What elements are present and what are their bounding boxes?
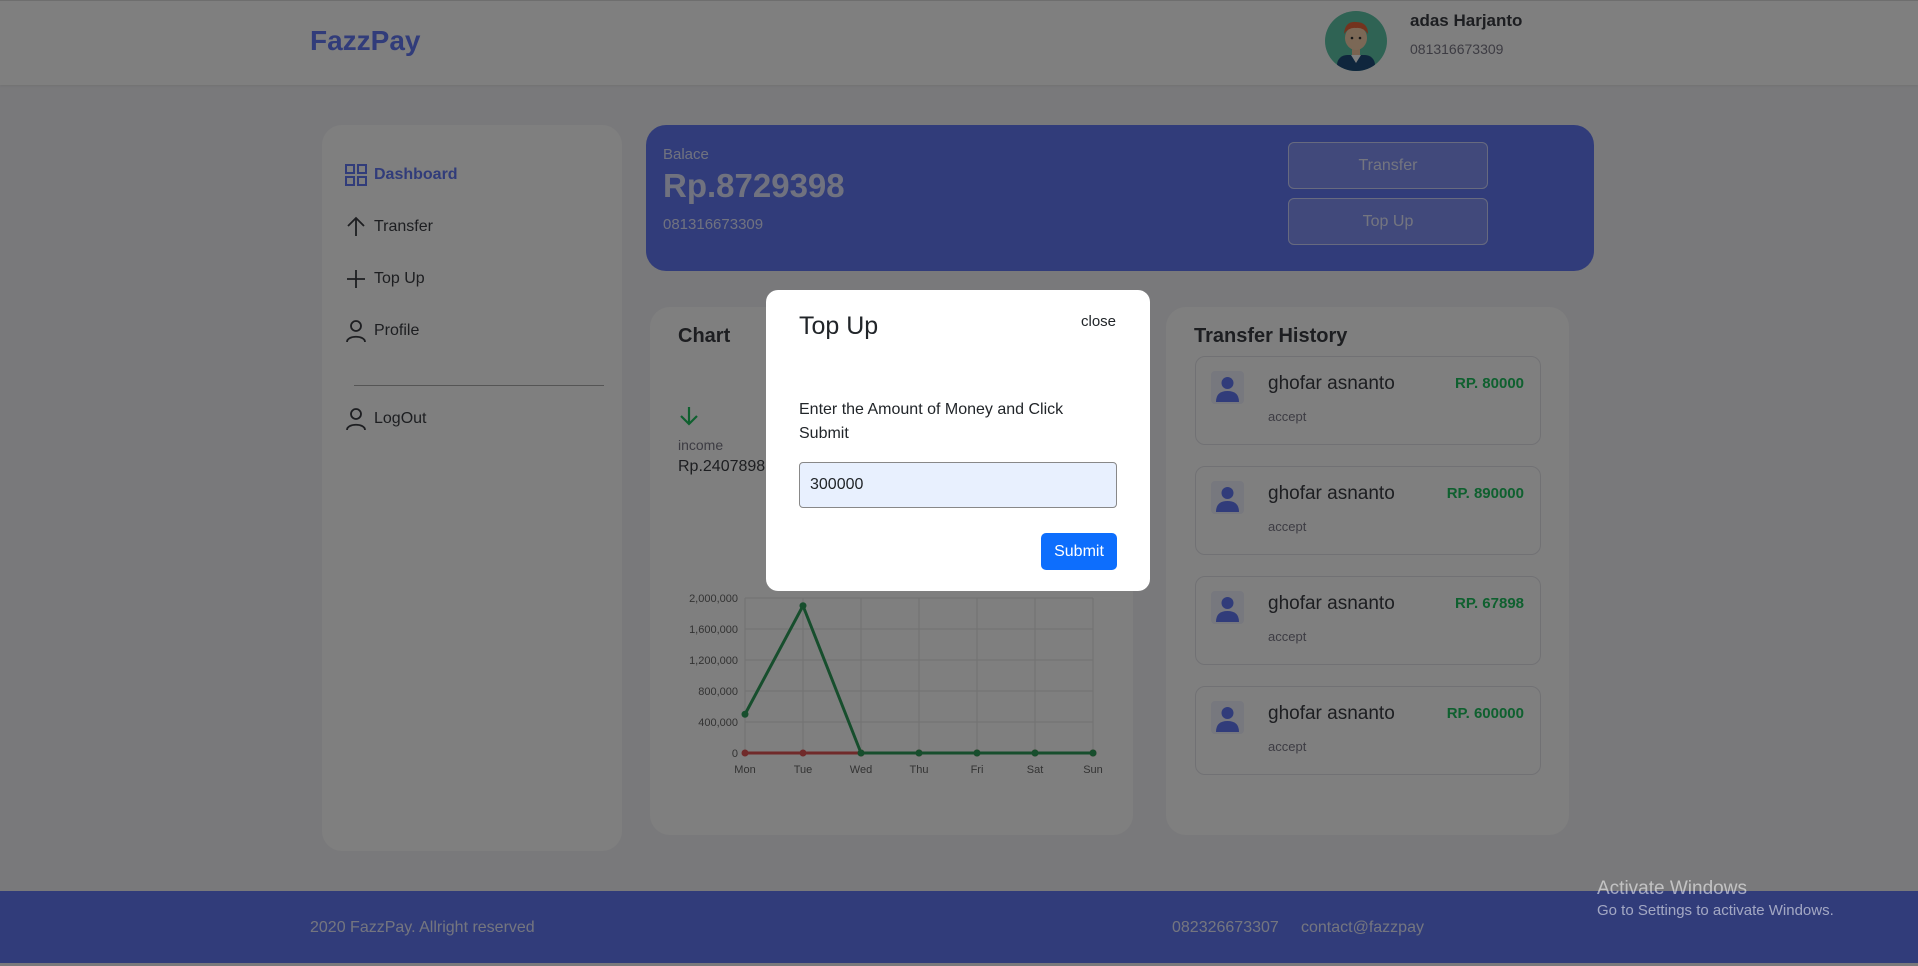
watermark-line2: Go to Settings to activate Windows. — [1597, 902, 1834, 919]
modal-close-button[interactable]: close — [1081, 313, 1116, 330]
submit-button[interactable]: Submit — [1041, 533, 1117, 570]
modal-description: Enter the Amount of Money and Click Subm… — [799, 401, 1064, 442]
topup-modal: Top Up close Enter the Amount of Money a… — [766, 290, 1150, 591]
amount-input[interactable] — [799, 462, 1117, 508]
windows-activation-watermark: Activate Windows Go to Settings to activ… — [1597, 878, 1834, 919]
watermark-line1: Activate Windows — [1597, 878, 1747, 899]
modal-title: Top Up — [799, 312, 879, 340]
